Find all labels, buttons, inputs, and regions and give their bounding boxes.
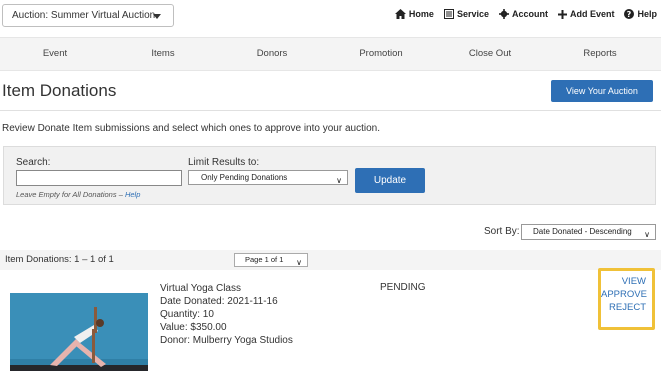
help-link[interactable]: ? Help [624, 9, 657, 19]
plus-icon [557, 9, 567, 19]
svg-text:?: ? [627, 10, 632, 19]
home-icon [394, 9, 406, 19]
sort-value: Date Donated - Descending [533, 227, 632, 236]
top-bar: Auction: Summer Virtual Auction Home Ser… [0, 0, 661, 34]
item-photo [10, 293, 148, 371]
chevron-down-icon: ∨ [336, 176, 342, 185]
search-input[interactable] [16, 170, 182, 186]
caret-down-icon [153, 14, 161, 19]
view-auction-button[interactable]: View Your Auction [551, 80, 653, 102]
nav-item-close-out[interactable]: Close Out [440, 38, 540, 70]
list-item: Virtual Yoga Class Date Donated: 2021-11… [0, 268, 661, 379]
nav-item-event[interactable]: Event [5, 38, 105, 70]
search-hint-text: Leave Empty for All Donations – [16, 190, 125, 199]
add-event-link-label: Add Event [569, 9, 615, 19]
title-divider [0, 110, 661, 111]
search-hint: Leave Empty for All Donations – Help [16, 190, 140, 199]
account-link[interactable]: Account [498, 9, 548, 19]
chevron-down-icon: ∨ [296, 258, 302, 267]
add-event-link[interactable]: Add Event [557, 9, 615, 19]
reject-link[interactable]: REJECT [601, 301, 646, 314]
search-label: Search: [16, 157, 51, 168]
top-links: Home Service Account Add Event ? Help [394, 9, 657, 19]
item-name: Virtual Yoga Class [160, 283, 241, 294]
service-link[interactable]: Service [443, 9, 489, 19]
limit-label: Limit Results to: [188, 157, 260, 168]
home-link-label: Home [408, 9, 434, 19]
item-value: Value: $350.00 [160, 322, 227, 333]
page-select[interactable]: Page 1 of 1 ∨ [234, 253, 308, 267]
item-quantity: Quantity: 10 [160, 309, 214, 320]
sort-label: Sort By: [484, 226, 520, 237]
sort-select[interactable]: Date Donated - Descending ∨ [521, 224, 656, 240]
intro-text: Review Donate Item submissions and selec… [2, 123, 380, 134]
yoga-photo-image [10, 293, 148, 371]
home-link[interactable]: Home [394, 9, 434, 19]
nav-item-promotion[interactable]: Promotion [331, 38, 431, 70]
results-bar: Item Donations: 1 – 1 of 1 Page 1 of 1 ∨ [0, 250, 661, 270]
service-link-label: Service [456, 9, 489, 19]
search-help-link[interactable]: Help [125, 190, 140, 199]
item-details: Virtual Yoga Class Date Donated: 2021-11… [160, 282, 293, 347]
nav-item-donors[interactable]: Donors [222, 38, 322, 70]
status-badge: PENDING [380, 282, 426, 293]
view-link[interactable]: VIEW [601, 275, 646, 288]
help-link-label: Help [637, 9, 657, 19]
chevron-down-icon: ∨ [644, 230, 650, 239]
limit-results-value: Only Pending Donations [201, 173, 288, 182]
approve-link[interactable]: APPROVE [601, 288, 647, 301]
filter-panel: Search: Leave Empty for All Donations – … [3, 146, 656, 205]
question-circle-icon: ? [624, 9, 635, 19]
auction-selector-label: Auction: Summer Virtual Auction [12, 10, 156, 21]
page-select-value: Page 1 of 1 [245, 255, 284, 264]
nav-item-reports[interactable]: Reports [550, 38, 650, 70]
item-donor: Donor: Mulberry Yoga Studios [160, 335, 293, 346]
account-link-label: Account [511, 9, 548, 19]
gear-icon [498, 9, 509, 19]
limit-results-select[interactable]: Only Pending Donations ∨ [188, 170, 348, 185]
item-actions: VIEW APPROVE REJECT [598, 268, 655, 330]
item-date-donated: Date Donated: 2021-11-16 [160, 296, 278, 307]
main-nav: Event Items Donors Promotion Close Out R… [0, 37, 661, 71]
page-title: Item Donations [2, 81, 117, 100]
update-button[interactable]: Update [355, 168, 425, 193]
clipboard-icon [443, 9, 454, 19]
results-count: Item Donations: 1 – 1 of 1 [5, 254, 114, 265]
auction-selector[interactable]: Auction: Summer Virtual Auction [2, 4, 174, 27]
nav-item-items[interactable]: Items [113, 38, 213, 70]
